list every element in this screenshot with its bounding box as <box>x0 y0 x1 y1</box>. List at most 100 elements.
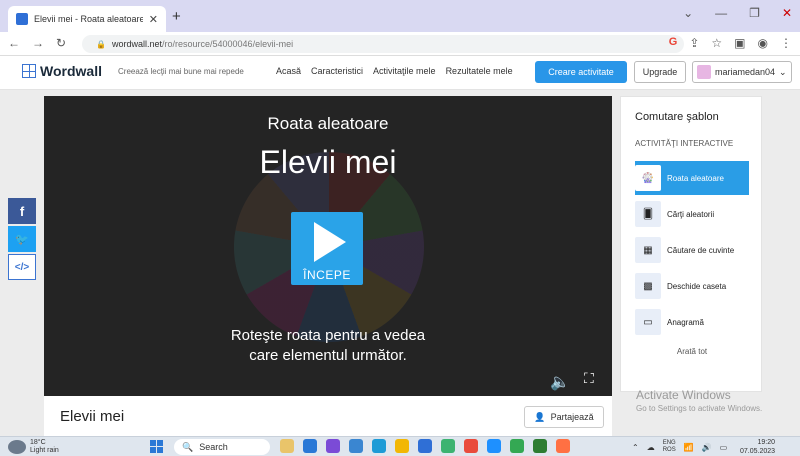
user-menu[interactable]: mariamedan04 ⌄ <box>692 61 792 83</box>
close-tab-icon[interactable]: ✕ <box>149 13 158 26</box>
word-icon[interactable] <box>418 439 432 453</box>
nav-buttons: ← → ↻ <box>8 36 66 50</box>
chevron-down-icon[interactable]: ⌄ <box>683 6 693 20</box>
panel-heading: Comutare şablon <box>635 111 719 123</box>
logo-text: Wordwall <box>40 63 102 79</box>
template-label: Căutare de cuvinte <box>667 245 735 255</box>
template-item-random-cards[interactable]: 🂠 Cărţi aleatorii <box>635 197 749 231</box>
activity-stage: Roata aleatoare Elevii mei ÎNCEPE Roteşt… <box>44 96 612 396</box>
cards-icon: 🂠 <box>635 201 661 227</box>
nav-home[interactable]: Acasă <box>276 66 301 76</box>
wordsearch-icon: ▦ <box>635 237 661 263</box>
avatar <box>697 65 711 79</box>
task-view-icon[interactable] <box>303 439 317 453</box>
chevron-up-icon[interactable]: ⌃ <box>632 443 639 452</box>
weather-widget[interactable]: 18°C Light rain <box>8 439 59 455</box>
widgets-icon[interactable] <box>280 439 294 453</box>
template-label: Roata aleatoare <box>667 173 724 183</box>
nav-features[interactable]: Caracteristici <box>311 66 363 76</box>
create-activity-button[interactable]: Creare activitate <box>535 61 627 83</box>
language-indicator[interactable]: ENG ROS <box>663 440 676 454</box>
template-item-random-wheel[interactable]: 🎡 Roata aleatoare <box>635 161 749 195</box>
excel-icon[interactable] <box>533 439 547 453</box>
tab-title: Elevii mei - Roata aleatoare <box>34 14 143 24</box>
minimize-icon[interactable]: — <box>715 6 727 20</box>
share-label: Partajează <box>550 412 594 422</box>
taskbar-search[interactable]: 🔍 Search <box>174 439 270 455</box>
close-window-icon[interactable]: ✕ <box>782 6 792 20</box>
url-field[interactable]: 🔒 wordwall.net/ro/resource/54000046/elev… <box>82 35 684 53</box>
firefox-icon[interactable] <box>556 439 570 453</box>
facebook-icon[interactable]: f <box>8 198 36 224</box>
clock[interactable]: 19:20 07.05.2023 <box>740 438 775 456</box>
nav-my-results[interactable]: Rezultatele mele <box>446 66 513 76</box>
star-icon[interactable]: ☆ <box>711 36 722 50</box>
wordwall-logo-icon <box>22 64 36 78</box>
upgrade-button[interactable]: Upgrade <box>634 61 686 83</box>
template-item-open-box[interactable]: ▩ Deschide caseta <box>635 269 749 303</box>
wordwall-favicon-icon <box>16 13 28 25</box>
profile-icon[interactable]: ◉ <box>758 36 768 50</box>
store-icon[interactable] <box>349 439 363 453</box>
template-item-anagram[interactable]: ▭ Anagramă <box>635 305 749 339</box>
weather-condition: Light rain <box>30 447 59 454</box>
search-icon: 🔍 <box>182 441 194 452</box>
activation-watermark: Activate Windows Go to Settings to activ… <box>636 388 762 413</box>
language-primary: ENG <box>662 440 676 446</box>
chrome-icon[interactable] <box>464 439 478 453</box>
google-icon[interactable]: G <box>669 36 678 50</box>
panel-subheading: ACTIVITĂŢI INTERACTIVE <box>635 139 734 148</box>
app-icon[interactable] <box>441 439 455 453</box>
user-share-icon: 👤 <box>534 411 546 422</box>
back-icon[interactable]: ← <box>8 36 20 50</box>
logo[interactable]: Wordwall <box>22 63 102 79</box>
forward-icon[interactable]: → <box>32 36 44 50</box>
social-share-bar: f 🐦 </> <box>8 198 36 282</box>
reload-icon[interactable]: ↻ <box>56 36 66 50</box>
watermark-line-2: Go to Settings to activate Windows. <box>636 404 763 413</box>
language-secondary: ROS <box>662 447 676 453</box>
share-page-icon[interactable]: ⇪ <box>689 36 699 50</box>
cloud-icon[interactable]: ☁ <box>647 443 655 452</box>
volume-icon[interactable]: 🔊 <box>702 443 712 452</box>
browser-tab[interactable]: Elevii mei - Roata aleatoare ✕ <box>8 6 166 32</box>
edge-icon[interactable] <box>372 439 386 453</box>
chevron-down-icon: ⌄ <box>779 66 787 77</box>
share-button[interactable]: 👤 Partajează <box>524 406 604 428</box>
sidebar-icon[interactable]: ▣ <box>734 36 745 50</box>
new-tab-icon[interactable]: + <box>172 8 181 25</box>
wifi-icon[interactable]: 📶 <box>684 443 694 452</box>
start-label: ÎNCEPE <box>303 268 351 282</box>
windows-start-icon[interactable] <box>150 440 163 453</box>
nav-my-activities[interactable]: Activitaţile mele <box>373 66 436 76</box>
address-bar-icons: G ⇪ ☆ ▣ ◉ ⋮ <box>669 36 792 50</box>
url-host: wordwall.net <box>111 39 162 49</box>
temperature: 18°C <box>30 439 46 446</box>
start-button[interactable]: ÎNCEPE <box>291 212 363 285</box>
time: 19:20 <box>757 439 776 446</box>
box-icon: ▩ <box>635 273 661 299</box>
browser-tab-bar: Elevii mei - Roata aleatoare ✕ + ⌄ — ❐ ✕ <box>0 0 800 32</box>
search-label: Search <box>199 442 228 452</box>
show-all-link[interactable]: Arată tot <box>621 347 763 356</box>
main-nav: Acasă Caracteristici Activitaţile mele R… <box>276 66 513 76</box>
activity-footer-title: Elevii mei <box>60 408 125 425</box>
template-item-wordsearch[interactable]: ▦ Căutare de cuvinte <box>635 233 749 267</box>
sound-icon[interactable]: 🔈 <box>550 372 570 392</box>
whatsapp-icon[interactable] <box>510 439 524 453</box>
template-switch-panel: Comutare şablon ACTIVITĂŢI INTERACTIVE 🎡… <box>620 96 762 392</box>
activity-footer: Elevii mei 👤 Partajează <box>44 396 612 436</box>
file-explorer-icon[interactable] <box>395 439 409 453</box>
fullscreen-icon[interactable]: ⛶ <box>584 370 594 387</box>
embed-icon[interactable]: </> <box>8 254 36 280</box>
mail-icon[interactable] <box>487 439 501 453</box>
twitter-icon[interactable]: 🐦 <box>8 226 36 252</box>
watermark-line-1: Activate Windows <box>636 388 731 402</box>
teams-icon[interactable] <box>326 439 340 453</box>
battery-icon[interactable]: ▭ <box>720 443 728 452</box>
restore-icon[interactable]: ❐ <box>749 6 760 20</box>
menu-icon[interactable]: ⋮ <box>780 36 792 50</box>
lock-icon: 🔒 <box>96 39 106 49</box>
taskbar: 18°C Light rain 🔍 Search ⌃ ☁ ENG ROS 📶 🔊… <box>0 436 800 456</box>
wheel-icon: 🎡 <box>635 165 661 191</box>
